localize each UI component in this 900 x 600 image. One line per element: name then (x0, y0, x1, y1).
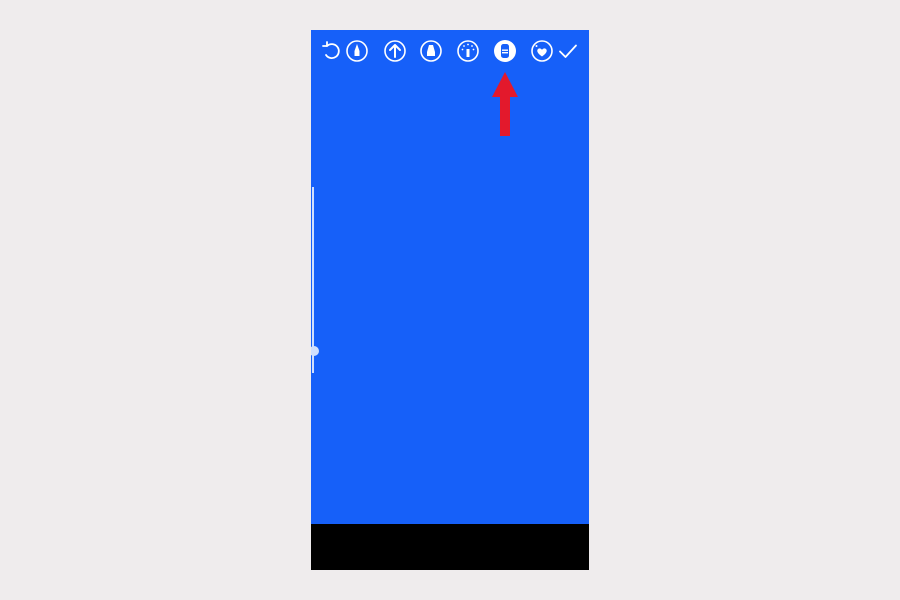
marker-icon[interactable] (419, 39, 443, 63)
bottom-bar (311, 524, 589, 570)
glow-pen-icon[interactable] (456, 39, 480, 63)
phone-screen (311, 30, 589, 570)
drawing-canvas[interactable] (311, 30, 589, 524)
undo-icon[interactable] (320, 39, 344, 63)
sticker-icon[interactable] (530, 39, 554, 63)
checkmark-icon[interactable] (556, 39, 580, 63)
arrow-pen-icon[interactable] (383, 39, 407, 63)
brush-size-knob[interactable] (311, 345, 319, 356)
pen-icon[interactable] (345, 39, 369, 63)
annotation-arrow (492, 72, 518, 136)
eraser-icon[interactable] (493, 39, 517, 63)
brush-size-slider[interactable] (311, 187, 319, 373)
